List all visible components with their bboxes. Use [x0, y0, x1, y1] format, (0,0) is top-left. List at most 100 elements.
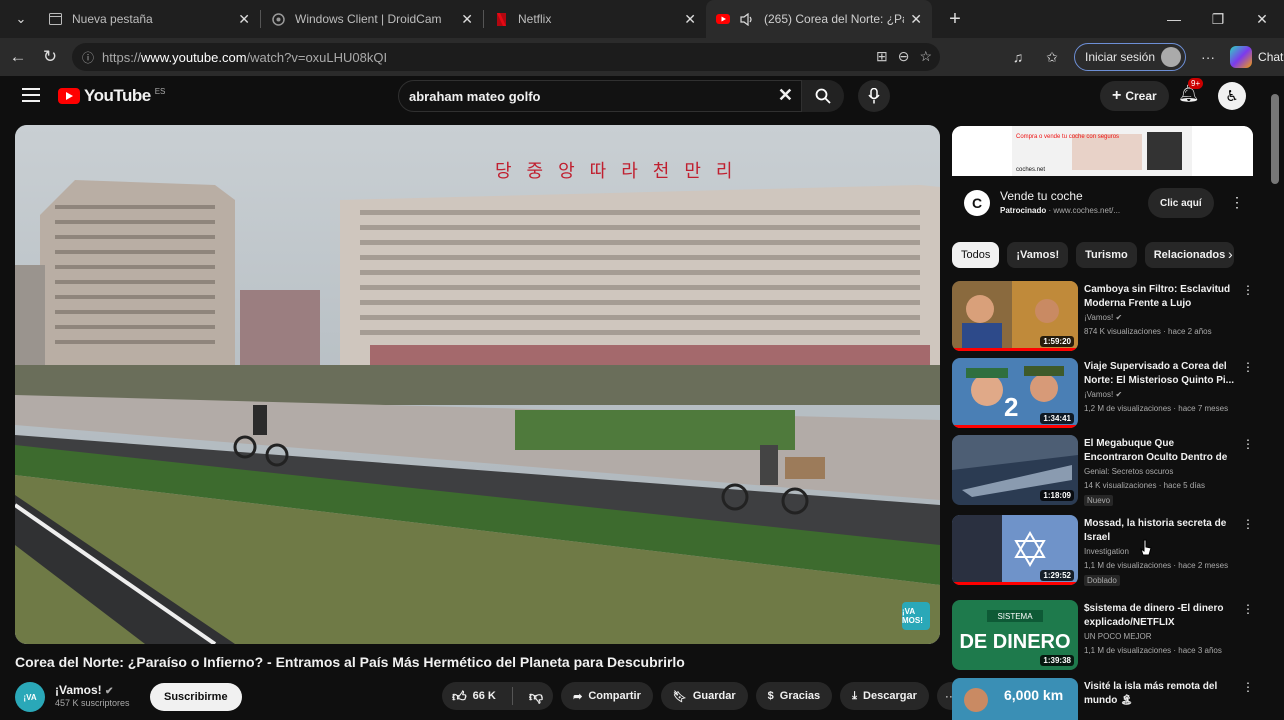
download-button[interactable]: ⤓ Descargar [840, 682, 929, 710]
create-button[interactable]: + Crear [1100, 81, 1169, 111]
recommendation-item[interactable]: SISTEMA DE DINERO 1:39:38 $sistema de din… [952, 600, 1254, 674]
close-tab-icon[interactable]: ✕ [684, 11, 696, 28]
page-scrollbar[interactable] [1268, 76, 1284, 720]
chip-vamos[interactable]: ¡Vamos! [1007, 242, 1069, 268]
video-duration: 1:18:09 [1040, 490, 1074, 501]
recommendation-item[interactable]: 1:18:09 El Megabuque Que Encontraron Ocu… [952, 435, 1254, 509]
recommendation-title[interactable]: $sistema de dinero -El dinero explicado/… [1084, 602, 1234, 630]
video-thumbnail[interactable]: 2 1:34:41 [952, 358, 1078, 428]
tab-netflix[interactable]: Netflix ✕ [484, 0, 706, 38]
apps-icon[interactable]: ⊞ [876, 48, 888, 65]
recommendation-item[interactable]: 1:59:20 Camboya sin Filtro: Esclavitud M… [952, 281, 1254, 355]
chevron-right-icon[interactable]: › [1228, 246, 1233, 262]
save-button[interactable]: 🔖︎ Guardar [660, 682, 748, 710]
browser-toolbar-right: ♫ ✩ Iniciar sesión ··· Chat [1006, 42, 1283, 72]
kebab-menu-icon[interactable]: ⋮ [1242, 602, 1254, 616]
kebab-menu-icon[interactable]: ⋮ [1242, 517, 1254, 531]
recommendation-item[interactable]: 2 1:34:41 Viaje Supervisado a Corea del … [952, 358, 1254, 432]
close-tab-icon[interactable]: ✕ [238, 11, 250, 28]
voice-search-button[interactable] [858, 80, 890, 112]
sign-in-button[interactable]: Iniciar sesión [1074, 43, 1187, 71]
minimize-icon[interactable]: — [1152, 0, 1196, 38]
droidcam-icon [271, 12, 285, 26]
download-icon: ⤓ [852, 689, 858, 702]
recommendation-item[interactable]: 6,000 km Visité la isla más remota del m… [952, 678, 1252, 720]
chip-todos[interactable]: Todos [952, 242, 1000, 268]
channel-watermark[interactable]: ¡VA MOS! [902, 602, 930, 630]
recommendation-title[interactable]: Camboya sin Filtro: Esclavitud Moderna F… [1084, 283, 1234, 311]
recommendation-item[interactable]: 1:29:52 Mossad, la historia secreta de I… [952, 515, 1254, 589]
advertiser-logo[interactable]: C [964, 190, 990, 216]
like-count: 66 K [472, 690, 496, 702]
search-button[interactable] [802, 80, 844, 112]
recommendation-title[interactable]: Mossad, la historia secreta de Israel [1084, 517, 1234, 545]
ad-more-icon[interactable]: ⋮ [1230, 194, 1244, 211]
video-thumbnail[interactable]: 1:59:20 [952, 281, 1078, 351]
reload-button[interactable]: ↻ [34, 42, 66, 72]
video-player[interactable]: 당중앙따라천만리 ¡VA MOS! [15, 125, 940, 644]
dislike-button[interactable]: 👎︎ [519, 682, 553, 710]
search-input[interactable]: abraham mateo golfo ✕ [398, 80, 802, 112]
copilot-chat-button[interactable]: Chat [1230, 46, 1283, 68]
recommendation-channel[interactable]: Investigation [1084, 547, 1129, 556]
kebab-menu-icon[interactable]: ⋮ [1242, 680, 1252, 694]
subscribe-button[interactable]: Suscribirme [150, 683, 242, 711]
video-thumbnail[interactable]: 6,000 km [952, 678, 1078, 720]
new-tab-button[interactable]: + [940, 8, 970, 31]
tab-youtube-active[interactable]: (265) Corea del Norte: ¿Paraís ✕ [706, 0, 932, 38]
channel-avatar[interactable]: ¡VA [15, 682, 45, 712]
like-button[interactable]: 👍︎ 66 K [442, 682, 506, 710]
back-button[interactable]: ← [2, 42, 34, 72]
zoom-icon[interactable]: ⊖ [898, 48, 910, 65]
close-window-icon[interactable]: ✕ [1240, 0, 1284, 38]
menu-hamburger-icon[interactable] [22, 88, 40, 102]
recommendation-title[interactable]: Visité la isla más remota del mundo 🏝 [1084, 680, 1234, 708]
site-info-icon[interactable]: ⓘ [82, 49, 94, 66]
favorite-star-icon[interactable]: ☆ [919, 48, 932, 65]
favorites-icon[interactable]: ✩ [1040, 45, 1064, 69]
tab-droidcam[interactable]: Windows Client | DroidCam ✕ [261, 0, 483, 38]
recommendation-channel[interactable]: ¡Vamos! ✔ [1084, 313, 1122, 322]
recommendation-title[interactable]: Viaje Supervisado a Corea del Norte: El … [1084, 360, 1234, 388]
close-tab-icon[interactable]: ✕ [910, 11, 922, 28]
extensions-icon[interactable]: ♫ [1006, 45, 1030, 69]
recommendation-title[interactable]: El Megabuque Que Encontraron Oculto Dent… [1084, 437, 1234, 465]
scrollbar-thumb[interactable] [1271, 94, 1279, 184]
download-label: Descargar [863, 690, 917, 702]
recommendation-channel[interactable]: ¡Vamos! ✔ [1084, 390, 1122, 399]
video-thumbnail[interactable]: 1:18:09 [952, 435, 1078, 505]
kebab-menu-icon[interactable]: ⋮ [1242, 437, 1254, 451]
kebab-menu-icon[interactable]: ⋮ [1242, 360, 1254, 374]
kebab-menu-icon[interactable]: ⋮ [1242, 283, 1254, 297]
video-thumbnail[interactable]: SISTEMA DE DINERO 1:39:38 [952, 600, 1078, 670]
close-tab-icon[interactable]: ✕ [461, 11, 473, 28]
chip-relacionados[interactable]: Relacionados [1144, 242, 1235, 268]
youtube-logo[interactable]: YouTube ES [58, 86, 165, 106]
sponsored-ad[interactable]: Compra o vende tu coche con seguros coch… [952, 126, 1253, 226]
notifications-button[interactable]: 🔔︎ 9+ [1178, 78, 1204, 104]
chip-turismo[interactable]: Turismo [1076, 242, 1137, 268]
more-menu-icon[interactable]: ··· [1196, 45, 1220, 69]
thanks-button[interactable]: $ Gracias [755, 682, 833, 710]
recommendation-channel[interactable]: Genial: Secretos oscuros [1084, 467, 1173, 476]
ad-title[interactable]: Vende tu coche [1000, 189, 1083, 203]
ad-cta-button[interactable]: Clic aquí [1148, 188, 1214, 218]
tab-actions-menu-button[interactable]: ⌄ [4, 5, 38, 33]
share-button[interactable]: ➦ Compartir [561, 682, 653, 710]
ad-banner-image[interactable]: Compra o vende tu coche con seguros coch… [952, 126, 1253, 176]
clear-search-icon[interactable]: ✕ [778, 85, 793, 106]
tab-new-tab[interactable]: Nueva pestaña ✕ [38, 0, 260, 38]
youtube-icon [716, 12, 730, 26]
video-thumbnail[interactable]: 1:29:52 [952, 515, 1078, 585]
thumbnail-caption: SISTEMA [997, 612, 1033, 621]
browser-tab-bar: ⌄ Nueva pestaña ✕ Windows Client | Droid… [0, 0, 1284, 38]
account-avatar[interactable]: ♿︎ [1218, 82, 1246, 110]
recommendation-channel[interactable]: UN POCO MEJOR [1084, 632, 1152, 641]
tab-title: Nueva pestaña [72, 12, 153, 26]
url-bar[interactable]: ⓘ https://www.youtube.com/watch?v=oxuLHU… [72, 43, 940, 71]
speaker-icon[interactable] [740, 12, 754, 26]
divider [511, 687, 513, 705]
restore-icon[interactable]: ❐ [1196, 0, 1240, 38]
video-duration: 1:39:38 [1040, 655, 1074, 666]
channel-name[interactable]: ¡Vamos! ✔ [55, 683, 113, 697]
